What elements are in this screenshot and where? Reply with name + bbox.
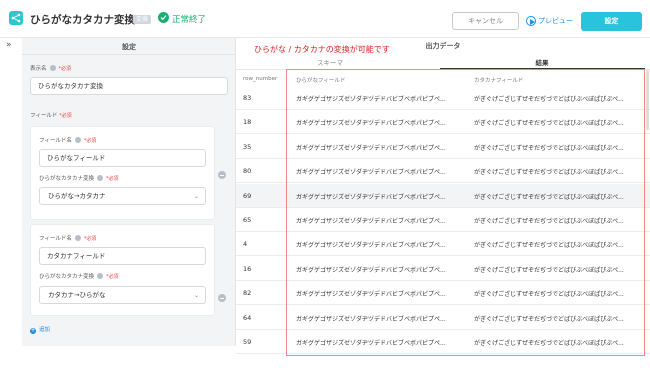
page-title: ひらがなカタカナ変換 bbox=[30, 14, 135, 26]
settings-title: 設定 bbox=[122, 43, 136, 51]
table-row[interactable]: 18 ガギグゲゴザジズゼゾダヂヅデドバビブベボパピプペ... がぎぐげござじずぜぞだ… bbox=[236, 110, 650, 135]
hiragana-cell: ガギグゲゴザジズゼゾダヂヅデドバビブベボパピプペ... bbox=[296, 96, 446, 103]
conversion-select-value: カタカナ→ひらがな bbox=[48, 291, 106, 299]
conversion-select[interactable]: ひらがな→カタカナ ⌄ bbox=[39, 187, 206, 205]
preview-label: プレビュー bbox=[538, 17, 573, 25]
katakana-cell: がぎぐげござじずぜぞだぢづでどばびぶべぼぱぴぷぺ... bbox=[474, 169, 624, 177]
field-card: フィールド名 *必須 ひらがなフィールド ひらがなカタカナ変換 *必須 ひらがな→カ… bbox=[30, 126, 215, 220]
tab-result[interactable]: 結果 bbox=[512, 57, 572, 67]
field-name-input[interactable]: ひらがなフィールド bbox=[39, 149, 206, 167]
type-badge: 変換 bbox=[133, 15, 152, 24]
tab-divider bbox=[236, 69, 650, 70]
chevron-down-icon: ⌄ bbox=[193, 292, 199, 299]
info-icon bbox=[49, 65, 56, 71]
katakana-cell: がぎぐげござじずぜぞだぢづでどばびぶべぼぱぴぷぺ... bbox=[474, 291, 624, 299]
hiragana-cell: ガギグゲゴザジズゼゾダヂヅデドバビブベボパピプペ... bbox=[296, 315, 446, 323]
annotation-text: ひらがな / カタカナの変換が可能です bbox=[254, 45, 390, 54]
add-field-button[interactable]: + 追加 bbox=[30, 325, 50, 334]
preview-button[interactable]: プレビュー bbox=[524, 12, 573, 30]
table-row[interactable]: 59 ガギグゲゴザジズゼゾダヂヅデドバビブベボパピプペ... がぎぐげござじずぜぞだ… bbox=[236, 330, 650, 354]
row-number-cell: 64 bbox=[243, 313, 252, 322]
katakana-cell: がぎぐげござじずぜぞだぢづでどばびぶべぼぱぴぷぺ... bbox=[474, 96, 624, 103]
divider bbox=[22, 54, 236, 55]
column-header-hiragana: ひらがなフィールド bbox=[296, 78, 346, 84]
hiragana-cell: ガギグゲゴザジズゼゾダヂヅデドバビブベボパピプペ... bbox=[296, 120, 446, 128]
conversion-label: ひらがなカタカナ変換 *必須 bbox=[39, 273, 119, 280]
katakana-cell: がぎぐげござじずぜぞだぢづでどばびぶべぼぱぴぷぺ... bbox=[474, 315, 624, 323]
check-circle-icon bbox=[158, 12, 169, 23]
row-number-cell: 83 bbox=[243, 94, 252, 102]
table-row[interactable]: 35 ガギグゲゴザジズゼゾダヂヅデドバビブベボパピプペ... がぎぐげござじずぜぞだ… bbox=[236, 134, 650, 159]
row-number-cell: 65 bbox=[243, 216, 252, 224]
app-header: ひらがなカタカナ変換 変換 正常終了 キャンセル プレビュー 設定 bbox=[0, 0, 650, 38]
row-number-cell: 69 bbox=[243, 191, 252, 200]
play-icon bbox=[526, 16, 536, 26]
table-row[interactable]: 83 ガギグゲゴザジズゼゾダヂヅデドバビブベボパピプペ... がぎぐげござじずぜぞだ… bbox=[236, 86, 650, 110]
field-name-label: フィールド名 *必須 bbox=[39, 137, 97, 144]
katakana-cell: がぎぐげござじずぜぞだぢづでどばびぶべぼぱぴぷぺ... bbox=[474, 144, 624, 152]
field-section-label: フィールド *必須 bbox=[30, 113, 72, 119]
add-label: 追加 bbox=[39, 327, 51, 333]
row-number-cell: 80 bbox=[243, 167, 252, 176]
chevron-down-icon: ⌄ bbox=[193, 193, 199, 200]
table-row[interactable]: 69 ガギグゲゴザジズゼゾダヂヅデドバビブベボパピプペ... がぎぐげござじずぜぞだ… bbox=[236, 183, 650, 208]
status-text: 正常終了 bbox=[172, 15, 207, 25]
hiragana-cell: ガギグゲゴザジズゼゾダヂヅデドバビブベボパピプペ... bbox=[296, 193, 446, 201]
conversion-select[interactable]: カタカナ→ひらがな ⌄ bbox=[39, 286, 206, 304]
table-row[interactable]: 4 ガギグゲゴザジズゼゾダヂヅデドバビブベボパピプペ... がぎぐげござじずぜぞだぢ… bbox=[236, 232, 650, 257]
row-number-cell: 4 bbox=[243, 240, 248, 249]
katakana-cell: がぎぐげござじずぜぞだぢづでどばびぶべぼぱぴぷぺ... bbox=[474, 120, 624, 128]
cancel-button[interactable]: キャンセル bbox=[452, 12, 519, 30]
hiragana-cell: ガギグゲゴザジズゼゾダヂヅデドバビブベボパピプペ... bbox=[296, 266, 446, 274]
remove-field-icon[interactable] bbox=[218, 171, 226, 179]
column-header-row-number: row_number bbox=[243, 76, 278, 82]
save-button[interactable]: 設定 bbox=[581, 12, 642, 31]
conversion-label: ひらがなカタカナ変換 *必須 bbox=[39, 175, 119, 182]
collapse-icon[interactable]: » bbox=[6, 40, 12, 50]
field-name-input[interactable]: カタカナフィールド bbox=[39, 247, 206, 265]
display-name-input[interactable]: ひらがなカタカナ変換 bbox=[30, 77, 228, 95]
katakana-cell: がぎぐげござじずぜぞだぢづでどばびぶべぼぱぴぷぺ... bbox=[474, 193, 624, 201]
row-number-cell: 18 bbox=[243, 118, 252, 127]
display-name-label: 表示名 *必須 bbox=[30, 65, 72, 72]
row-number-cell: 82 bbox=[243, 289, 252, 298]
table-row[interactable]: 82 ガギグゲゴザジズゼゾダヂヅデドバビブベボパピプペ... がぎぐげござじずぜぞだ… bbox=[236, 281, 650, 306]
field-card: フィールド名 *必須 カタカナフィールド ひらがなカタカナ変換 *必須 カタカナ→ひ… bbox=[30, 224, 215, 316]
katakana-cell: がぎぐげござじずぜぞだぢづでどばびぶべぼぱぴぷぺ... bbox=[474, 340, 624, 347]
hiragana-cell: ガギグゲゴザジズゼゾダヂヅデドバビブベボパピプペ... bbox=[296, 169, 446, 177]
hiragana-cell: ガギグゲゴザジズゼゾダヂヅデドバビブベボパピプペ... bbox=[296, 218, 446, 225]
row-number-cell: 59 bbox=[243, 338, 252, 346]
info-icon bbox=[97, 273, 104, 279]
table-row[interactable]: 65 ガギグゲゴザジズゼゾダヂヅデドバビブベボパピプペ... がぎぐげござじずぜぞだ… bbox=[236, 208, 650, 232]
hiragana-cell: ガギグゲゴザジズゼゾダヂヅデドバビブベボパピプペ... bbox=[296, 242, 446, 250]
tab-schema[interactable]: スキーマ bbox=[300, 57, 360, 67]
settings-panel: 設定 表示名 *必須 ひらがなカタカナ変換 フィールド *必須 フィールド名 *必須… bbox=[22, 38, 236, 346]
katakana-cell: がぎぐげござじずぜぞだぢづでどばびぶべぼぱぴぷぺ... bbox=[474, 266, 624, 274]
table-row[interactable]: 80 ガギグゲゴザジズゼゾダヂヅデドバビブベボパピプペ... がぎぐげござじずぜぞだ… bbox=[236, 159, 650, 184]
info-icon bbox=[97, 175, 104, 181]
katakana-cell: がぎぐげござじずぜぞだぢづでどばびぶべぼぱぴぷぺ... bbox=[474, 242, 624, 250]
remove-field-icon[interactable] bbox=[218, 294, 226, 302]
katakana-cell: がぎぐげござじずぜぞだぢづでどばびぶべぼぱぴぷぺ... bbox=[474, 218, 624, 225]
scrollbar[interactable] bbox=[646, 70, 649, 130]
info-icon bbox=[74, 235, 81, 241]
hiragana-cell: ガギグゲゴザジズゼゾダヂヅデドバビブベボパピプペ... bbox=[296, 291, 446, 299]
table-row[interactable]: 16 ガギグゲゴザジズゼゾダヂヅデドバビブベボパピプペ... がぎぐげござじずぜぞだ… bbox=[236, 256, 650, 281]
column-header-katakana: カタカナフィールド bbox=[474, 78, 524, 84]
transform-icon bbox=[9, 11, 23, 25]
plus-icon: + bbox=[30, 327, 36, 334]
hiragana-cell: ガギグゲゴザジズゼゾダヂヅデドバビブベボパピプペ... bbox=[296, 144, 446, 152]
field-name-label: フィールド名 *必須 bbox=[39, 235, 97, 242]
table-row[interactable]: 64 ガギグゲゴザジズゼゾダヂヅデドバビブベボパピプペ... がぎぐげござじずぜぞだ… bbox=[236, 305, 650, 330]
row-number-cell: 16 bbox=[243, 264, 252, 273]
info-icon bbox=[74, 137, 81, 143]
hiragana-cell: ガギグゲゴザジズゼゾダヂヅデドバビブベボパピプペ... bbox=[296, 340, 446, 347]
active-tab-underline bbox=[440, 68, 645, 69]
conversion-select-value: ひらがな→カタカナ bbox=[48, 192, 106, 200]
row-number-cell: 35 bbox=[243, 142, 252, 151]
